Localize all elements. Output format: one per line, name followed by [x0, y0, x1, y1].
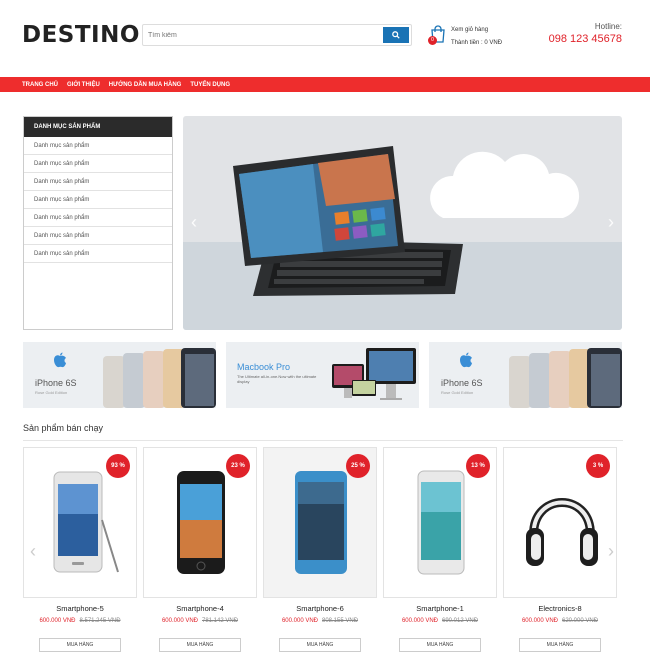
- section-title: Sản phẩm bán chạy: [23, 423, 104, 433]
- header: DESTINO 0 Xem giỏ hàng Thành tiền : 0 VN…: [0, 0, 650, 76]
- price-old: 8.571.245 VNĐ: [79, 618, 121, 624]
- price-old: 690.012 VNĐ: [442, 618, 479, 624]
- cart-widget[interactable]: 0 Xem giỏ hàng Thành tiền : 0 VNĐ: [428, 22, 528, 52]
- products-next-arrow[interactable]: ›: [604, 540, 618, 562]
- search-box: [142, 24, 412, 46]
- price-current: 600.000 VNĐ: [281, 618, 318, 624]
- banner-subtitle: Rose Gold Edition: [441, 390, 474, 395]
- banner-title: iPhone 6S: [35, 378, 77, 388]
- sidebar-item[interactable]: Danh mục sản phẩm: [24, 245, 172, 263]
- product-card[interactable]: 25 %: [263, 447, 377, 598]
- main-nav: TRANG CHỦ GIỚI THIỆU HƯỚNG DẪN MUA HÀNG …: [0, 77, 650, 92]
- product-image-galaxy-note: [53, 471, 119, 573]
- price-old: 808.155 VNĐ: [322, 618, 359, 624]
- apple-logo-icon: [460, 352, 472, 368]
- product-card[interactable]: 13 %: [383, 447, 497, 598]
- cart-total-value: 0 VNĐ: [484, 40, 503, 46]
- hotline-label: Hotline:: [594, 22, 622, 31]
- products-prev-arrow[interactable]: ‹: [26, 540, 40, 562]
- banner-macbook[interactable]: Macbook Pro The Ultimate all-in-one.Now …: [226, 342, 419, 408]
- hotline-number[interactable]: 098 123 45678: [549, 33, 622, 45]
- logo-text: DESTINO: [22, 22, 140, 48]
- price-current: 600.000 VNĐ: [401, 618, 438, 624]
- price-current: 600.000 VNĐ: [39, 618, 76, 624]
- banner-iphone-1[interactable]: iPhone 6S Rose Gold Edition: [23, 342, 216, 408]
- discount-badge: 23 %: [226, 454, 250, 478]
- slider-prev-arrow[interactable]: ‹: [187, 212, 201, 232]
- price-old: 781.142 VNĐ: [202, 618, 239, 624]
- category-sidebar: DANH MỤC SẢN PHẨM Danh mục sản phẩm Danh…: [23, 116, 173, 330]
- nav-item-guide[interactable]: HƯỚNG DẪN MUA HÀNG: [109, 82, 182, 88]
- product-image-zenfone: [417, 470, 465, 575]
- search-button[interactable]: [383, 27, 409, 43]
- product-price: 600.000 VNĐ 8.571.245 VNĐ: [23, 618, 137, 624]
- slider-next-arrow[interactable]: ›: [604, 212, 618, 232]
- search-icon: [392, 31, 400, 39]
- sidebar-item[interactable]: Danh mục sản phẩm: [24, 227, 172, 245]
- hero-slider[interactable]: ‹ ›: [183, 116, 622, 330]
- product-card[interactable]: 3 %: [503, 447, 617, 598]
- banner-title: iPhone 6S: [441, 378, 483, 388]
- product-card[interactable]: 93 %: [23, 447, 137, 598]
- product-price: 600.000 VNĐ 808.155 VNĐ: [263, 618, 377, 624]
- discount-badge: 25 %: [346, 454, 370, 478]
- iphone-lineup-image: [509, 348, 622, 408]
- tablet-keyboard-image: [233, 146, 463, 296]
- product-name[interactable]: Electronics-8: [503, 604, 617, 613]
- product-name[interactable]: Smartphone-1: [383, 604, 497, 613]
- discount-badge: 13 %: [466, 454, 490, 478]
- product-price: 600.000 VNĐ 620.000 VNĐ: [503, 618, 617, 624]
- search-input[interactable]: [143, 25, 383, 45]
- banner-subtitle: The Ultimate all-in-one.Now with the ult…: [237, 374, 317, 384]
- cart-total: Thành tiền : 0 VNĐ: [451, 40, 502, 46]
- product-name[interactable]: Smartphone-4: [143, 604, 257, 613]
- sidebar-item[interactable]: Danh mục sản phẩm: [24, 209, 172, 227]
- sidebar-item[interactable]: Danh mục sản phẩm: [24, 137, 172, 155]
- product-name[interactable]: Smartphone-6: [263, 604, 377, 613]
- imac-lineup-image: [332, 348, 416, 400]
- price-current: 600.000 VNĐ: [161, 618, 198, 624]
- sidebar-item[interactable]: Danh mục sản phẩm: [24, 155, 172, 173]
- banner-iphone-2[interactable]: iPhone 6S Rose Gold Edition: [429, 342, 622, 408]
- logo[interactable]: DESTINO: [22, 22, 140, 48]
- price-old: 620.000 VNĐ: [562, 618, 599, 624]
- product-image-headphones: [526, 498, 598, 566]
- cart-count-badge: 0: [428, 36, 437, 45]
- section-divider: [23, 440, 623, 441]
- product-price: 600.000 VNĐ 781.142 VNĐ: [143, 618, 257, 624]
- banner-subtitle: Rose Gold Edition: [35, 390, 68, 395]
- sidebar-title: DANH MỤC SẢN PHẨM: [24, 117, 172, 137]
- iphone-lineup-image: [103, 348, 216, 408]
- product-name[interactable]: Smartphone-5: [23, 604, 137, 613]
- cart-total-label: Thành tiền :: [451, 40, 485, 46]
- price-current: 600.000 VNĐ: [521, 618, 558, 624]
- hotline: Hotline: 098 123 45678: [549, 22, 622, 45]
- nav-item-careers[interactable]: TUYỂN DỤNG: [190, 82, 230, 88]
- product-image-iphone: [177, 471, 225, 574]
- sidebar-item[interactable]: Danh mục sản phẩm: [24, 191, 172, 209]
- cart-title[interactable]: Xem giỏ hàng: [451, 27, 488, 33]
- product-card[interactable]: 23 %: [143, 447, 257, 598]
- nav-item-home[interactable]: TRANG CHỦ: [22, 82, 58, 88]
- apple-logo-icon: [54, 352, 66, 368]
- banner-title: Macbook Pro: [237, 362, 291, 372]
- product-image-htc: [295, 471, 347, 574]
- nav-item-about[interactable]: GIỚI THIỆU: [67, 82, 100, 88]
- product-price: 600.000 VNĐ 690.012 VNĐ: [383, 618, 497, 624]
- sidebar-item[interactable]: Danh mục sản phẩm: [24, 173, 172, 191]
